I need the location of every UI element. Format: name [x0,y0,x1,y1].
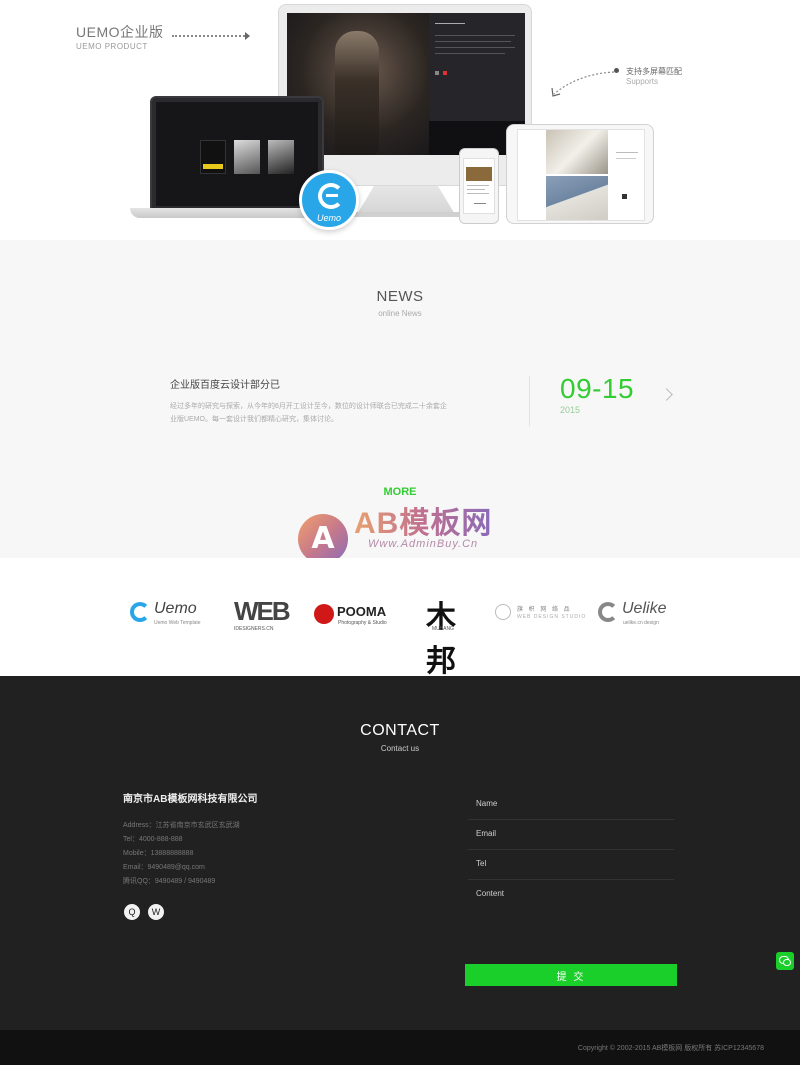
news-year: 2015 [560,405,581,415]
partner-sub: IDESIGNERS.CN [234,626,274,632]
uemo-icon [130,602,150,622]
content-field[interactable] [476,889,666,925]
support-title: 支持多屏幕匹配 [626,67,682,76]
uemo-logo-badge: Uemo [299,170,359,230]
partner-logo-uelike[interactable]: Uelike uelike.cn design [598,596,678,636]
email-field[interactable] [476,829,666,838]
hero-brand: UEMO企业版 UEMO PRODUCT [76,22,164,51]
contact-tel: Tel：4000-888-888 [123,836,183,843]
curved-arrow-icon [551,71,615,97]
name-field[interactable] [476,799,666,808]
partner-logo-pooma[interactable]: POOMA Photography & Studio [314,596,394,636]
support-subtitle: Supports [626,77,659,86]
phone-screen [463,158,495,214]
contact-qq: 腾讯QQ：9490489 / 9490489 [123,878,216,885]
contact-email: Email：9490489@qq.com [123,864,205,871]
studio-icon [495,604,511,620]
chat-float-icon[interactable] [776,952,794,970]
news-subtitle: online News [378,309,422,318]
partner-sub: WEB DESIGN STUDIO [517,614,587,620]
partner-name: Uelike [622,600,667,617]
news-date: 09-15 [560,373,635,404]
partner-name: 旗 帜 网 络 品 [517,607,572,613]
uelike-icon [598,602,618,622]
pooma-icon [314,604,334,624]
email-field-wrap [468,820,674,850]
news-item-title[interactable]: 企业版百度云设计部分已 [170,376,280,391]
partner-name: WEB [234,596,291,626]
copyright: Copyright © 2002-2015 AB模板网 版权所有 苏ICP123… [577,1045,764,1052]
partner-logo-web[interactable]: WEB IDESIGNERS.CN [234,596,294,636]
partner-name: Uemo [154,600,197,617]
content-field-wrap [468,880,674,950]
news-item-desc: 经过多年的研究与探索，从今年的6月开工设计至今，数位的设计师联合已完成二十余套企… [170,403,447,423]
contact-title: CONTACT [360,722,440,739]
tel-field-wrap [468,850,674,880]
partner-logo-uemo[interactable]: Uemo Uemo Web Template [130,596,210,636]
news-divider [529,376,530,426]
chevron-right-icon[interactable] [660,388,673,401]
contact-mobile: Mobile：13888888888 [123,850,194,857]
partner-logos: Uemo Uemo Web Template WEB IDESIGNERS.CN… [0,558,800,679]
news-title: NEWS [376,288,424,305]
name-field-wrap [468,790,674,820]
tablet-screen [517,129,645,221]
uemo-logo-text: Uemo [316,213,341,223]
support-dot-icon [614,68,619,73]
wechat-icon[interactable]: W [148,904,164,920]
watermark-url: Www.AdminBuy.Cn [368,538,479,550]
uemo-logo-icon [318,183,344,209]
hero-brand-title: UEMO企业版 [76,24,164,40]
hero-section: UEMO企业版 UEMO PRODUCT Uemo 支持多屏幕匹配 Suppor… [0,0,800,240]
contact-address: Address：江苏省南京市玄武区玄武湖 [123,822,240,829]
tablet-mockup [506,124,654,224]
partner-logo-calligraphy[interactable]: 木邦 MUBANG [426,592,470,679]
submit-button[interactable]: 提 交 [465,964,677,986]
partner-sub: Photography & Studio [338,620,387,626]
partner-name: POOMA [337,604,387,619]
partner-name: 木邦 [426,600,456,679]
laptop-screen [156,102,318,206]
contact-subtitle: Contact us [380,744,420,753]
partner-sub: Uemo Web Template [154,620,201,626]
partner-logo-studio[interactable]: 旗 帜 网 络 品 WEB DESIGN STUDIO [495,596,595,636]
tel-field[interactable] [476,859,666,868]
contact-section: CONTACT Contact us 南京市AB模板网科技有限公司 Addres… [0,676,800,1030]
phone-mockup [459,148,499,224]
hero-support: 支持多屏幕匹配 Supports [626,66,682,86]
partner-sub: uelike.cn design [623,620,659,626]
partner-sub: MUBANG [432,626,454,632]
dotted-arrow-icon [172,32,250,40]
watermark-text: AB模板网 [354,498,492,542]
desktop-base [340,212,472,217]
laptop-mockup [150,96,324,210]
hero-brand-subtitle: UEMO PRODUCT [76,42,148,51]
footer: Copyright © 2002-2015 AB模板网 版权所有 苏ICP123… [0,1030,800,1065]
watermark-logo-icon: A [298,514,348,564]
qq-icon[interactable]: Q [124,904,140,920]
company-name: 南京市AB模板网科技有限公司 [123,794,258,805]
